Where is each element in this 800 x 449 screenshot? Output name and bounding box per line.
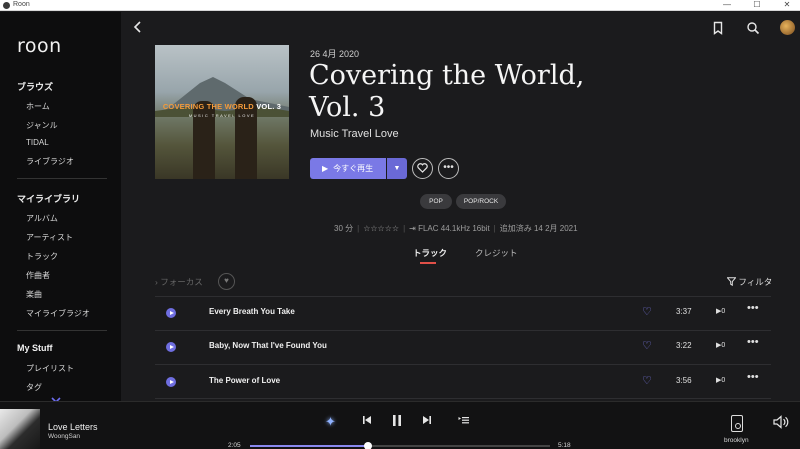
cover-subtitle: MUSIC TRAVEL LOVE — [188, 113, 256, 118]
tab-credits[interactable]: クレジット — [475, 247, 518, 259]
play-count: ▶0 — [716, 377, 726, 384]
rating-stars[interactable]: ☆☆☆☆☆ — [363, 224, 399, 233]
more-options-button[interactable]: ••• — [438, 158, 459, 179]
sidebar-item-tidal[interactable]: TIDAL — [26, 138, 49, 147]
play-count: ▶0 — [716, 342, 726, 349]
roon-logo[interactable]: roon — [17, 35, 62, 57]
favorite-heart-button[interactable] — [412, 158, 433, 179]
track-title[interactable]: Baby, Now That I've Found You — [209, 341, 327, 350]
track-duration: 3:37 — [676, 307, 692, 316]
sidebar-item-tracks[interactable]: トラック — [26, 251, 58, 262]
search-icon[interactable] — [746, 21, 760, 35]
sidebar-item-playlists[interactable]: プレイリスト — [26, 363, 74, 374]
track-duration: 3:22 — [676, 341, 692, 350]
active-tab-indicator — [420, 262, 436, 264]
track-favorite-heart-icon[interactable]: ♡ — [642, 374, 652, 387]
cover-mountain-art — [155, 77, 289, 117]
sidebar-item-tags[interactable]: タグ — [26, 382, 42, 393]
sidebar-item-my-live-radio[interactable]: マイライブラジオ — [26, 308, 90, 319]
filter-icon — [726, 277, 737, 287]
window-titlebar: Roon — ☐ ✕ — [0, 0, 800, 11]
roon-app-icon — [3, 2, 10, 9]
queue-icon[interactable] — [458, 415, 470, 428]
row-divider — [155, 398, 771, 399]
play-count: ▶0 — [716, 308, 726, 315]
table-row[interactable]: Baby, Now That I've Found You ♡ 3:22 ▶0 … — [155, 330, 771, 364]
filter-button[interactable]: フィルタ — [726, 276, 772, 288]
bookmark-icon[interactable] — [712, 21, 726, 35]
album-title: Covering the World, Vol. 3 — [309, 60, 585, 123]
track-title[interactable]: The Power of Love — [209, 376, 280, 385]
previous-track-icon[interactable] — [362, 415, 372, 428]
album-view: COVERING THE WORLD VOL. 3 MUSIC TRAVEL L… — [121, 12, 800, 401]
sidebar-divider — [17, 178, 107, 179]
genre-tag-pop[interactable]: POP — [420, 194, 452, 209]
sidebar-item-composers[interactable]: 作曲者 — [26, 270, 50, 281]
total-time: 5:18 — [558, 442, 571, 449]
pause-icon[interactable] — [391, 414, 403, 430]
now-playing-title[interactable]: Love Letters — [48, 422, 98, 432]
elapsed-time: 2:05 — [228, 442, 241, 449]
table-row[interactable]: The Power of Love ♡ 3:56 ▶0 ••• — [155, 365, 771, 399]
album-artist-link[interactable]: Music Travel Love — [310, 128, 399, 140]
track-more-icon[interactable]: ••• — [747, 371, 759, 383]
track-more-icon[interactable]: ••• — [747, 302, 759, 314]
user-avatar[interactable] — [780, 20, 795, 35]
next-track-icon[interactable] — [422, 415, 432, 428]
release-date: 26 4月 2020 — [310, 49, 360, 59]
date-added: 追加済み 14 2月 2021 — [499, 224, 578, 233]
play-options-dropdown[interactable]: ▼ — [387, 158, 407, 179]
play-track-button[interactable] — [166, 308, 176, 318]
minimize-button[interactable]: — — [716, 0, 738, 11]
table-row[interactable]: Every Breath You Take ♡ 3:37 ▶0 ••• — [155, 296, 771, 330]
roon-radio-icon[interactable]: ✦ — [325, 414, 336, 430]
album-duration: 30 分 — [334, 224, 354, 233]
sidebar-item-home[interactable]: ホーム — [26, 101, 50, 112]
sidebar-item-live-radio[interactable]: ライブラジオ — [26, 156, 74, 167]
sidebar-item-albums[interactable]: アルバム — [26, 213, 58, 224]
track-favorite-heart-icon[interactable]: ♡ — [642, 339, 652, 352]
play-track-button[interactable] — [166, 377, 176, 387]
track-title[interactable]: Every Breath You Take — [209, 307, 295, 316]
track-more-icon[interactable]: ••• — [747, 336, 759, 348]
now-playing-artist[interactable]: WoongSan — [48, 433, 80, 440]
focus-toggle[interactable]: › フォーカス — [155, 276, 203, 288]
zone-name[interactable]: brooklyn — [724, 437, 749, 444]
play-icon: ▶ — [322, 164, 329, 173]
volume-icon[interactable] — [773, 415, 789, 432]
speaker-zone-icon[interactable] — [731, 415, 743, 432]
play-track-button[interactable] — [166, 342, 176, 352]
sidebar-heading-browse: ブラウズ — [17, 82, 54, 92]
album-cover: COVERING THE WORLD VOL. 3 MUSIC TRAVEL L… — [155, 45, 289, 179]
track-favorite-heart-icon[interactable]: ♡ — [642, 305, 652, 318]
signal-path-icon: ⇥ — [409, 224, 419, 233]
cover-title: COVERING THE WORLD VOL. 3 — [162, 102, 282, 111]
focus-favorites-heart-icon[interactable]: ♥ — [218, 273, 235, 290]
sidebar-heading-my-library: マイライブラリ — [17, 194, 81, 204]
maximize-button[interactable]: ☐ — [746, 0, 768, 11]
seek-bar[interactable] — [250, 442, 550, 449]
sidebar-divider — [17, 330, 107, 331]
now-playing-bar: Love Letters WoongSan ✦ 2:05 5:18 brookl… — [0, 401, 800, 449]
now-playing-cover[interactable] — [0, 409, 40, 449]
chevron-left-icon[interactable] — [133, 20, 142, 36]
close-window-button[interactable]: ✕ — [776, 0, 798, 11]
seek-bar-handle[interactable] — [363, 442, 372, 449]
audio-format: FLAC 44.1kHz 16bit — [418, 224, 490, 233]
sidebar: roon ブラウズ ホーム ジャンル TIDAL ライブラジオ マイライブラリ … — [0, 12, 121, 404]
sidebar-item-artists[interactable]: アーティスト — [26, 232, 73, 243]
track-duration: 3:56 — [676, 376, 692, 385]
play-now-button[interactable]: ▶ 今すぐ再生 — [310, 158, 386, 179]
sidebar-heading-my-stuff: My Stuff — [17, 343, 53, 353]
window-title: Roon — [13, 1, 30, 8]
album-meta: 30 分 | ☆☆☆☆☆ | ⇥ FLAC 44.1kHz 16bit | 追加済み 14 … — [334, 224, 578, 233]
seek-bar-fill — [250, 445, 368, 447]
genre-tag-pop-rock[interactable]: POP/ROCK — [456, 194, 506, 209]
sidebar-item-genres[interactable]: ジャンル — [26, 120, 58, 131]
sidebar-item-compositions[interactable]: 楽曲 — [26, 289, 42, 300]
tab-tracks[interactable]: トラック — [413, 247, 447, 259]
